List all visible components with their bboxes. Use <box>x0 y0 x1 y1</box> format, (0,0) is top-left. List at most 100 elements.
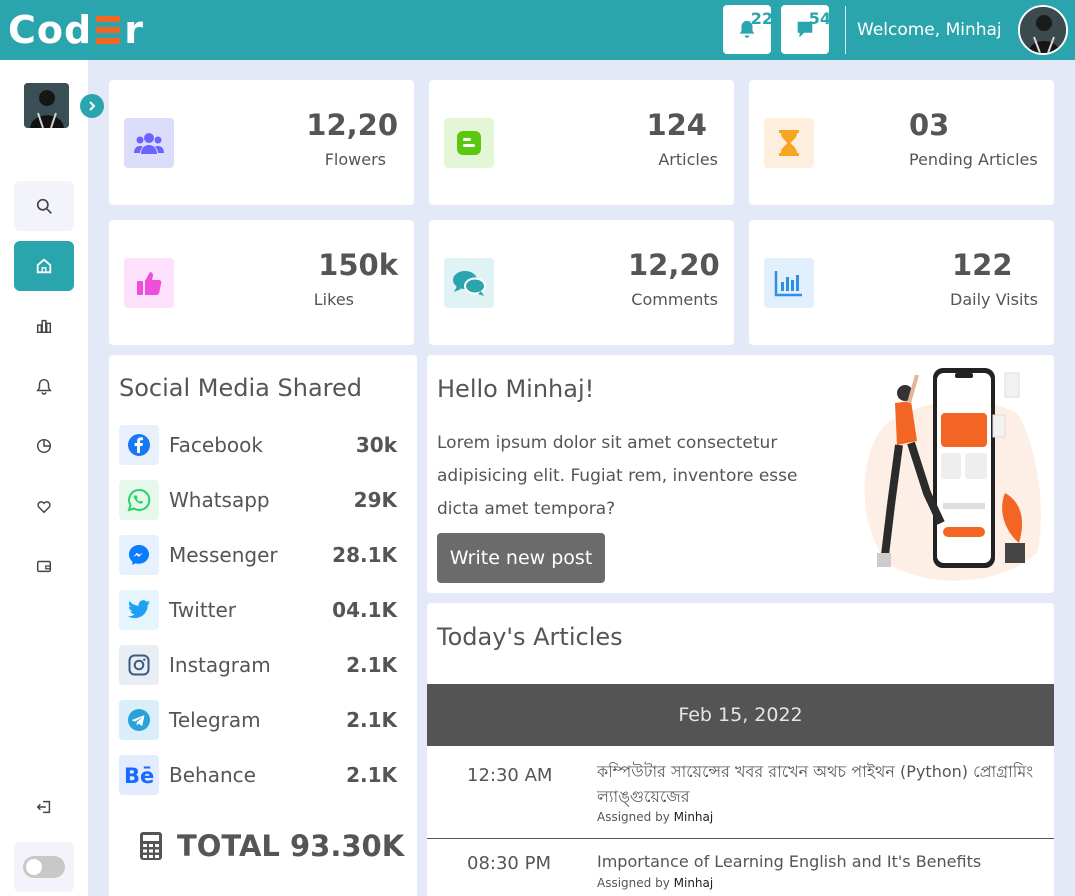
pie-chart-icon <box>36 438 52 454</box>
top-header: Cod r 22 54 Welcome, Minhaj <box>0 0 1075 60</box>
article-title[interactable]: Importance of Learning English and It's … <box>597 849 1037 874</box>
social-icon-box <box>119 535 159 575</box>
article-time: 08:30 PM <box>467 853 551 874</box>
stat-label: Daily Visits <box>950 290 1038 309</box>
social-icon-box <box>119 700 159 740</box>
sidebar-item-analytics[interactable] <box>14 301 74 351</box>
twitter-icon <box>128 600 150 619</box>
stat-icon-box <box>764 258 814 308</box>
sidebar-item-wallet[interactable] <box>14 541 74 591</box>
hourglass-icon <box>779 130 799 156</box>
logo-text-end: r <box>124 8 144 52</box>
social-total: TOTAL 93.30K <box>139 829 404 863</box>
messages-button[interactable]: 54 <box>781 5 831 54</box>
social-value: 2.1K <box>346 708 397 732</box>
social-icon-box <box>119 590 159 630</box>
users-icon <box>134 133 164 154</box>
assigned-label: Assigned by <box>597 810 670 824</box>
comments-icon <box>453 271 486 296</box>
social-title: Social Media Shared <box>119 374 362 402</box>
social-name: Behance <box>169 763 256 787</box>
stat-label: Flowers <box>324 150 386 169</box>
instagram-icon <box>128 654 150 676</box>
social-row-facebook[interactable]: Facebook 30k <box>119 425 397 465</box>
whatsapp-icon <box>127 488 151 512</box>
article-row[interactable]: 12:30 AM কম্পিউটার সায়েন্সের খবর রাখেন … <box>427 746 1054 838</box>
stat-card-likes: 150k Likes <box>109 220 414 345</box>
sidebar-logout[interactable] <box>14 782 74 832</box>
blogger-icon <box>457 131 481 155</box>
sidebar-item-favorites[interactable] <box>14 481 74 531</box>
sidebar-expand-button[interactable] <box>80 94 104 118</box>
telegram-icon <box>128 709 150 731</box>
logo[interactable]: Cod r <box>8 8 144 52</box>
social-value: 2.1K <box>346 653 397 677</box>
social-media-card: Social Media Shared Facebook 30k Whatsap… <box>109 355 417 896</box>
social-row-telegram[interactable]: Telegram 2.1K <box>119 700 397 740</box>
search-icon <box>36 198 52 214</box>
social-name: Instagram <box>169 653 271 677</box>
bar-chart-icon <box>774 271 802 297</box>
social-icon-box <box>119 480 159 520</box>
social-name: Facebook <box>169 433 263 457</box>
hello-card: Hello Minhaj! Lorem ipsum dolor sit amet… <box>427 355 1054 593</box>
article-title[interactable]: কম্পিউটার সায়েন্সের খবর রাখেন অথচ পাইথন… <box>597 759 1037 809</box>
home-icon <box>36 258 52 274</box>
heart-icon <box>37 501 51 514</box>
stat-value: 12,20 <box>628 248 720 282</box>
social-icon-box <box>119 425 159 465</box>
social-row-instagram[interactable]: Instagram 2.1K <box>119 645 397 685</box>
hello-text: Lorem ipsum dolor sit amet consectetur a… <box>437 433 798 519</box>
user-avatar[interactable] <box>1018 5 1068 55</box>
bar-chart-icon <box>36 319 52 334</box>
logo-e-mark <box>96 16 121 44</box>
article-assigned: Assigned by Minhaj <box>597 810 713 824</box>
stat-icon-box <box>764 118 814 168</box>
social-icon-box: Bē <box>119 755 159 795</box>
stat-card-articles: 124 Articles <box>429 80 734 205</box>
sidebar-search[interactable] <box>14 181 74 231</box>
article-time: 12:30 AM <box>467 765 553 786</box>
sidebar-avatar[interactable] <box>24 83 69 128</box>
hello-title: Hello Minhaj! <box>437 375 595 403</box>
calculator-icon <box>140 832 162 860</box>
notifications-badge: 22 <box>750 9 773 28</box>
social-icon-box <box>119 645 159 685</box>
articles-date-header: Feb 15, 2022 <box>427 684 1054 746</box>
notifications-button[interactable]: 22 <box>723 5 773 54</box>
social-name: Telegram <box>169 708 261 732</box>
stat-label: Likes <box>313 290 354 309</box>
logout-icon <box>36 800 51 814</box>
sidebar-item-home[interactable] <box>14 241 74 291</box>
wallet-icon <box>36 560 52 573</box>
social-value: 2.1K <box>346 763 397 787</box>
stat-label: Articles <box>658 150 718 169</box>
phone-illustration <box>864 368 1041 581</box>
dark-mode-toggle[interactable] <box>14 842 74 892</box>
sidebar <box>0 60 104 896</box>
sidebar-item-notifications[interactable] <box>14 361 74 411</box>
social-row-behance[interactable]: Bē Behance 2.1K <box>119 755 397 795</box>
messenger-icon <box>129 545 149 565</box>
social-value: 04.1K <box>332 598 397 622</box>
bell-icon <box>36 378 52 395</box>
social-value: 29K <box>353 488 397 512</box>
assigned-label: Assigned by <box>597 876 670 890</box>
social-name: Messenger <box>169 543 278 567</box>
social-row-twitter[interactable]: Twitter 04.1K <box>119 590 397 630</box>
article-row[interactable]: 08:30 PM Importance of Learning English … <box>427 839 1054 896</box>
social-value: 30k <box>355 433 397 457</box>
assigned-by-name: Minhaj <box>673 876 714 890</box>
write-new-post-button[interactable]: Write new post <box>437 533 605 583</box>
social-row-whatsapp[interactable]: Whatsapp 29K <box>119 480 397 520</box>
stat-icon-box <box>444 258 494 308</box>
chevron-right-icon <box>89 101 96 111</box>
social-row-messenger[interactable]: Messenger 28.1K <box>119 535 397 575</box>
toggle-track <box>23 856 65 878</box>
sidebar-item-reports[interactable] <box>14 421 74 471</box>
stat-value: 12,20 <box>306 108 398 142</box>
messages-badge: 54 <box>808 9 831 28</box>
stat-card-flowers: 12,20 Flowers <box>109 80 414 205</box>
social-name: Whatsapp <box>169 488 270 512</box>
logo-text-start: Cod <box>8 8 93 52</box>
